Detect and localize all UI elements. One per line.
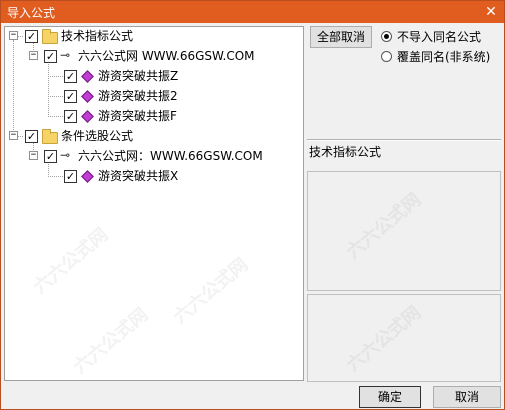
radio-overwrite-label: 覆盖同名(非系统)	[397, 50, 491, 64]
collapse-icon[interactable]: −	[9, 131, 18, 140]
window-title: 导入公式	[7, 6, 56, 20]
formula-info-panel: 六六公式网	[307, 171, 501, 291]
tree-node-label: 游资突破共振X	[98, 169, 179, 183]
watermark-logo: 六六公式网	[342, 302, 426, 377]
checkbox-tech[interactable]: ✓	[25, 30, 38, 43]
ok-button[interactable]: 确定	[359, 386, 421, 408]
separator	[307, 139, 501, 141]
watermark-logo: 六六公式网	[169, 254, 253, 329]
import-formula-dialog: 导入公式 ✕ − ✓ 技术指标公式 − ✓ ⊸ 六六公式网 WWW.66GSW.	[0, 0, 505, 410]
key-icon: ⊸	[60, 148, 71, 162]
radio-overwrite[interactable]	[381, 51, 392, 62]
tree-node-cond-site[interactable]: − ✓ ⊸ 六六公式网：WWW.66GSW.COM	[5, 147, 303, 165]
tree-node-formula[interactable]: ✓ 游资突破共振2	[5, 87, 303, 105]
close-icon[interactable]: ✕	[482, 3, 500, 21]
checkbox-cond-site[interactable]: ✓	[44, 150, 57, 163]
tree-node-cond[interactable]: − ✓ 条件选股公式	[5, 127, 303, 145]
formula-gem-icon	[81, 110, 94, 123]
checkbox-cond[interactable]: ✓	[25, 130, 38, 143]
checkbox-tech-site[interactable]: ✓	[44, 50, 57, 63]
watermark-logo: 六六公式网	[69, 304, 153, 379]
checkbox-formula[interactable]: ✓	[64, 90, 77, 103]
collapse-icon[interactable]: −	[9, 31, 18, 40]
formula-description-panel: 六六公式网	[307, 294, 501, 382]
tree-node-formula[interactable]: ✓ 游资突破共振X	[5, 167, 303, 185]
checkbox-formula[interactable]: ✓	[64, 70, 77, 83]
tree-node-label: 技术指标公式	[61, 29, 134, 43]
folder-icon	[42, 129, 58, 144]
checkbox-formula[interactable]: ✓	[64, 110, 77, 123]
formula-gem-icon	[81, 70, 94, 83]
collapse-icon[interactable]: −	[29, 151, 38, 160]
tree-node-formula[interactable]: ✓ 游资突破共振F	[5, 107, 303, 125]
radio-no-import[interactable]	[381, 31, 392, 42]
formula-gem-icon	[81, 90, 94, 103]
watermark-logo: 六六公式网	[29, 224, 113, 299]
cancel-button[interactable]: 取消	[433, 386, 501, 408]
category-label: 技术指标公式	[309, 145, 382, 159]
collapse-icon[interactable]: −	[29, 51, 38, 60]
tree-node-tech[interactable]: − ✓ 技术指标公式	[5, 27, 303, 45]
tree-node-tech-site[interactable]: − ✓ ⊸ 六六公式网 WWW.66GSW.COM	[5, 47, 303, 65]
tree-node-label: 游资突破共振2	[98, 89, 178, 103]
checkbox-formula[interactable]: ✓	[64, 170, 77, 183]
tree-node-label: 六六公式网：WWW.66GSW.COM	[78, 149, 263, 163]
radio-no-import-label: 不导入同名公式	[397, 30, 482, 44]
tree-node-label: 六六公式网 WWW.66GSW.COM	[78, 49, 255, 63]
folder-icon	[42, 29, 58, 44]
watermark-logo: 六六公式网	[342, 189, 426, 264]
tree-node-formula[interactable]: ✓ 游资突破共振Z	[5, 67, 303, 85]
tree-node-label: 游资突破共振F	[98, 109, 177, 123]
title-bar: 导入公式 ✕	[1, 1, 504, 23]
key-icon: ⊸	[60, 48, 71, 62]
tree-node-label: 条件选股公式	[61, 129, 134, 143]
tree-node-label: 游资突破共振Z	[98, 69, 179, 83]
formula-tree[interactable]: − ✓ 技术指标公式 − ✓ ⊸ 六六公式网 WWW.66GSW.COM ✓ 游…	[4, 26, 304, 381]
formula-gem-icon	[81, 170, 94, 183]
cancel-all-button[interactable]: 全部取消	[310, 26, 372, 48]
